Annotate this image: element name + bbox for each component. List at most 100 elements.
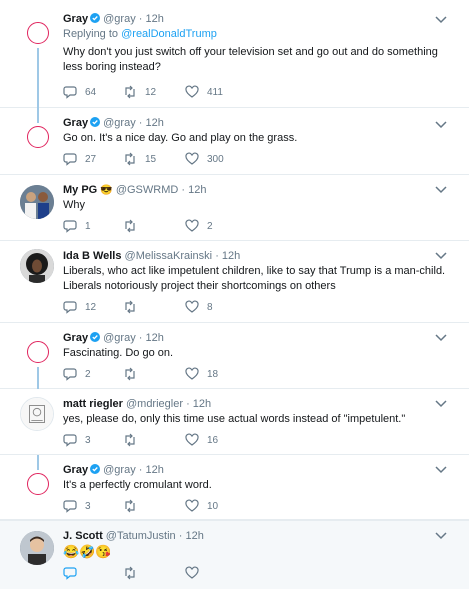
reply-to-link[interactable]: @realDonaldTrump xyxy=(121,28,217,40)
chevron-down-icon[interactable] xyxy=(435,120,447,130)
reply-count: 1 xyxy=(85,220,91,232)
tweet[interactable]: Gray @gray · 12h Go on. It's a nice day.… xyxy=(0,108,469,175)
avatar[interactable] xyxy=(27,341,49,363)
display-name[interactable]: Gray xyxy=(63,464,88,476)
display-name[interactable]: Gray xyxy=(63,117,88,129)
timestamp[interactable]: 12h xyxy=(193,398,211,410)
avatar-photo xyxy=(21,398,53,430)
tweet-header: Ida B Wells @MelissaKrainski · 12h xyxy=(63,248,449,264)
reply-button[interactable]: 64 xyxy=(63,84,96,100)
reply-count: 64 xyxy=(85,86,97,98)
user-handle[interactable]: @MelissaKrainski xyxy=(125,250,213,262)
reply-button[interactable]: 1 xyxy=(63,218,91,234)
retweet-button[interactable] xyxy=(123,218,145,234)
separator-dot: · xyxy=(181,184,186,196)
chevron-down-icon[interactable] xyxy=(435,399,447,409)
tweet[interactable]: Gray @gray · 12h Fascinating. Do go on. … xyxy=(0,323,469,391)
avatar[interactable] xyxy=(27,22,49,44)
tweet-text: It's a perfectly cromulant word. xyxy=(63,479,212,491)
chevron-down-icon[interactable] xyxy=(435,531,447,541)
separator-dot: · xyxy=(138,464,143,476)
user-handle[interactable]: @gray xyxy=(103,464,136,476)
reply-button[interactable]: 3 xyxy=(63,498,91,514)
avatar[interactable] xyxy=(27,126,49,148)
retweet-icon xyxy=(125,499,135,513)
avatar[interactable] xyxy=(27,473,49,495)
tweet[interactable]: Ida B Wells @MelissaKrainski · 12h Liber… xyxy=(0,241,469,323)
like-button[interactable]: 411 xyxy=(185,84,223,100)
tweet[interactable]: Gray @gray · 12h Replying to @realDonald… xyxy=(0,0,469,110)
retweet-icon xyxy=(125,300,135,314)
chevron-down-icon[interactable] xyxy=(435,185,447,195)
timestamp[interactable]: 12h xyxy=(188,184,206,196)
reply-button[interactable]: 27 xyxy=(63,151,96,167)
retweet-count: 12 xyxy=(145,86,157,98)
tweet-text: Liberals, who act like impetulent childr… xyxy=(63,265,446,292)
like-button[interactable] xyxy=(185,565,207,581)
like-button[interactable]: 300 xyxy=(185,151,224,167)
tweet-text: Why xyxy=(63,199,85,211)
heart-icon xyxy=(185,300,199,313)
chevron-down-icon[interactable] xyxy=(435,465,447,475)
retweet-button[interactable] xyxy=(123,299,145,315)
timestamp[interactable]: 12h xyxy=(222,250,240,262)
timestamp[interactable]: 12h xyxy=(146,332,164,344)
retweet-button[interactable]: 12 xyxy=(123,84,156,100)
user-handle[interactable]: @gray xyxy=(103,332,136,344)
display-name[interactable]: Ida B Wells xyxy=(63,250,121,262)
reply-icon xyxy=(63,500,77,513)
reply-button[interactable]: 12 xyxy=(63,299,96,315)
avatar[interactable] xyxy=(20,531,54,565)
like-button[interactable]: 16 xyxy=(185,432,218,448)
heart-icon xyxy=(185,566,199,579)
like-count: 8 xyxy=(207,301,213,313)
like-button[interactable]: 10 xyxy=(185,498,218,514)
timestamp[interactable]: 12h xyxy=(146,464,164,476)
avatar[interactable] xyxy=(20,397,54,431)
retweet-button[interactable] xyxy=(123,432,145,448)
like-button[interactable]: 18 xyxy=(185,366,218,382)
display-name[interactable]: matt riegler xyxy=(63,398,123,410)
retweet-button[interactable] xyxy=(123,366,145,382)
avatar-photo xyxy=(20,249,54,283)
tweet-text: 😂🤣😘 xyxy=(63,544,112,559)
user-handle[interactable]: @gray xyxy=(103,117,136,129)
avatar[interactable] xyxy=(20,185,54,219)
timestamp[interactable]: 12h xyxy=(146,13,164,25)
tweet[interactable]: matt riegler @mdriegler · 12h yes, pleas… xyxy=(0,389,469,455)
like-button[interactable]: 8 xyxy=(185,299,213,315)
user-handle[interactable]: @mdriegler xyxy=(126,398,183,410)
tweet[interactable]: My PG 😎 @GSWRMD · 12h Why 1 2 xyxy=(0,175,469,241)
like-button[interactable]: 2 xyxy=(185,218,213,234)
reply-icon xyxy=(63,368,77,381)
display-name[interactable]: Gray xyxy=(63,332,88,344)
display-name[interactable]: Gray xyxy=(63,13,88,25)
retweet-button[interactable]: 15 xyxy=(123,151,156,167)
reply-button[interactable]: 2 xyxy=(63,366,91,382)
timestamp[interactable]: 12h xyxy=(185,530,203,542)
tweet-header: Gray @gray · 12h xyxy=(63,462,449,478)
like-count: 16 xyxy=(207,434,219,446)
reply-context: Replying to @realDonaldTrump xyxy=(63,27,449,42)
display-name[interactable]: J. Scott xyxy=(63,530,103,542)
retweet-button[interactable] xyxy=(123,498,145,514)
tweet[interactable]: J. Scott @TatumJustin · 12h 😂🤣😘 xyxy=(0,520,469,589)
timestamp[interactable]: 12h xyxy=(146,117,164,129)
avatar-photo xyxy=(20,531,54,565)
chevron-down-icon[interactable] xyxy=(435,15,447,25)
reply-icon xyxy=(63,86,77,99)
chevron-down-icon[interactable] xyxy=(435,251,447,261)
avatar[interactable] xyxy=(20,249,54,283)
retweet-count: 15 xyxy=(145,153,157,165)
display-name[interactable]: My PG xyxy=(63,184,97,196)
reply-button[interactable] xyxy=(63,565,85,581)
user-handle[interactable]: @GSWRMD xyxy=(116,184,179,196)
retweet-button[interactable] xyxy=(123,565,145,581)
chevron-down-icon[interactable] xyxy=(435,333,447,343)
tweet[interactable]: Gray @gray · 12h It's a perfectly cromul… xyxy=(0,455,469,520)
tweet-header: J. Scott @TatumJustin · 12h xyxy=(63,528,449,544)
reply-button[interactable]: 3 xyxy=(63,432,91,448)
user-handle[interactable]: @TatumJustin xyxy=(106,530,176,542)
heart-icon xyxy=(185,219,199,232)
user-handle[interactable]: @gray xyxy=(103,13,136,25)
